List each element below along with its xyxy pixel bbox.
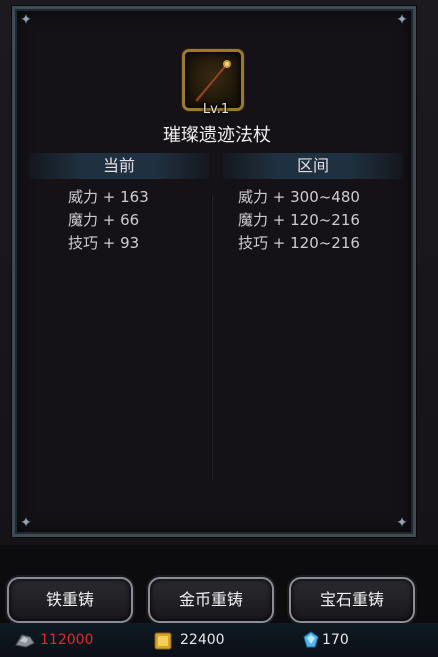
corner-ornament-icon: ✦	[20, 515, 32, 531]
gold-reforge-button[interactable]: 金币重铸	[148, 577, 274, 623]
iron-reforge-button[interactable]: 铁重铸	[7, 577, 133, 623]
corner-ornament-icon: ✦	[396, 12, 408, 28]
gold-amount: 22400	[180, 632, 225, 648]
resource-bar: 112000 22400 170	[0, 623, 438, 657]
current-stat-power: 威力 + 163	[68, 188, 149, 206]
column-header-current: 当前	[29, 153, 209, 179]
item-slot[interactable]: Lv.1	[182, 49, 244, 117]
iron-ore-icon	[15, 634, 35, 648]
current-stat-skill: 技巧 + 93	[68, 234, 140, 252]
range-stats-list: 威力 + 300~480 魔力 + 120~216 技巧 + 120~216	[238, 186, 360, 255]
item-panel: ✦ ✦ ✦ ✦ Lv.1 璀璨遗迹法杖 当前 区间 威力 + 163 魔力 + …	[11, 5, 417, 538]
staff-icon	[195, 60, 231, 102]
current-stats-list: 威力 + 163 魔力 + 66 技巧 + 93	[68, 186, 149, 255]
range-stat-skill: 技巧 + 120~216	[238, 234, 360, 252]
column-divider	[211, 195, 212, 481]
gem-amount: 170	[322, 632, 349, 648]
gem-reforge-button[interactable]: 宝石重铸	[289, 577, 415, 623]
item-name: 璀璨遗迹法杖	[163, 125, 271, 146]
gem-icon	[303, 631, 319, 648]
gold-coin-icon	[154, 632, 172, 650]
item-level: Lv.1	[202, 102, 230, 117]
corner-ornament-icon: ✦	[20, 12, 32, 28]
iron-amount: 112000	[40, 632, 94, 648]
column-header-range: 区间	[223, 153, 403, 179]
range-stat-power: 威力 + 300~480	[238, 188, 360, 206]
corner-ornament-icon: ✦	[396, 515, 408, 531]
range-stat-magic: 魔力 + 120~216	[238, 211, 360, 229]
current-stat-magic: 魔力 + 66	[68, 211, 140, 229]
